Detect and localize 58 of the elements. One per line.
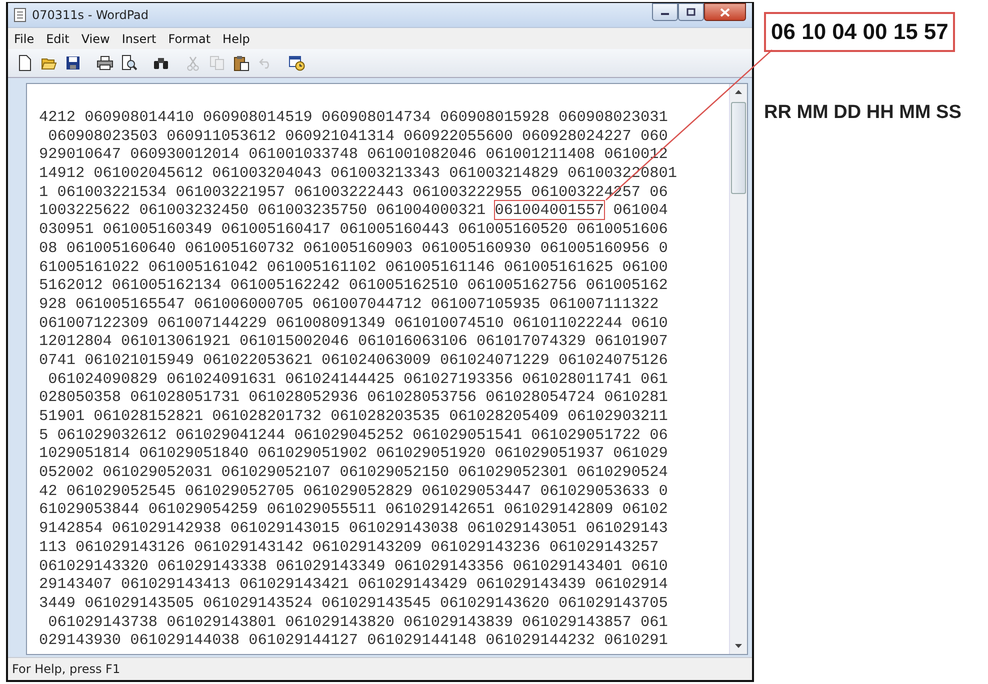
text-line: 030951 061005160349 061005160417 061005160443 061005160520 0610051606 <box>39 220 668 238</box>
scissors-icon <box>187 56 199 70</box>
highlighted-number: 061004001557 <box>494 201 604 220</box>
menu-item[interactable]: File <box>14 32 34 46</box>
folder-icon <box>41 56 57 70</box>
text-line: 5162012 061005162134 061005162242 061005162510 061005162756 061005162 <box>39 276 668 294</box>
text-line: 9142854 061029142938 061029143015 061029143038 061029143051 061029143 <box>39 519 668 538</box>
text-line: 028050358 061028051731 061028052936 061028053756 061028054724 0610281 <box>39 388 668 406</box>
scroll-thumb[interactable] <box>731 102 746 194</box>
line-text: 1003225622 061003232450 061003235750 061004000321 <box>39 201 487 220</box>
printer-icon <box>97 56 113 70</box>
menu-item[interactable]: Insert <box>122 32 156 46</box>
text-line: 061029143738 061029143801 061029143820 061029143839 061029143857 061 <box>47 612 668 631</box>
text-line: 29143407 061029143413 061029143421 061029143429 061029143439 06102914 <box>39 575 668 594</box>
document-icon <box>14 8 26 22</box>
maximize-button[interactable] <box>678 3 704 21</box>
page-magnifier-icon <box>121 55 137 71</box>
calendar-clock-icon <box>289 56 305 70</box>
text-line: 060908023503 060911053612 060921041314 060922055600 060928024227 060 <box>47 126 668 145</box>
text-line: 51901 061028152821 061028201732 061028203535 061028205409 06102903211 <box>39 407 668 425</box>
text-line: 052002 061029052031 061029052107 061029052150 061029052301 0610290524 <box>39 463 668 482</box>
menu-item[interactable]: View <box>81 32 110 46</box>
text-line: 0741 061021015949 061022053621 061024063009 061024071229 061024075126 <box>39 350 668 369</box>
text-line: 928 061005165547 061006000705 061007044712 061007105935 061007111322 <box>39 294 659 313</box>
close-button[interactable] <box>704 3 746 21</box>
legend-text: RR MM DD HH MM SS <box>764 102 962 124</box>
text-line: 4212 060908014410 060908014519 060908014734 060908015928 060908023031 <box>39 108 668 126</box>
menu-item[interactable]: Edit <box>46 32 70 46</box>
text-line: 08 061005160640 061005160732 061005160903 061005160930 061005160956 0 <box>39 238 668 257</box>
text-line: 61005161022 061005161042 061005161102 061005161146 061005161625 06100 <box>39 258 668 276</box>
scroll-down-icon <box>735 644 742 648</box>
vertical-scrollbar[interactable] <box>729 84 747 654</box>
text-line: 061029143320 061029143338 061029143349 061029143356 061029143401 0610 <box>39 556 668 574</box>
text-line: 029143930 061029144038 061029144127 061029144148 061029144232 0610291 <box>39 631 668 650</box>
text-line: 12012804 061013061921 061015002046 061016063106 061017074329 06101907 <box>39 332 668 350</box>
maximize-icon <box>686 8 696 16</box>
two-pages-icon <box>210 56 224 70</box>
blank-page-icon <box>18 55 32 71</box>
text-line: 5 061029032612 061029041244 061029045252 061029051541 061029051722 06 <box>39 426 668 444</box>
text-line: 113 061029143126 061029143142 061029143209 061029143236 061029143257 <box>39 538 659 556</box>
clipboard-icon <box>234 56 248 70</box>
window-title: 070311s - WordPad <box>32 8 149 22</box>
binoculars-icon <box>153 56 169 70</box>
status-text: For Help, press F1 <box>12 662 120 676</box>
undo-icon <box>258 58 272 68</box>
text-line: 42 061029052545 061029052705 061029052829 061029053447 061029053633 0 <box>39 482 668 500</box>
text-line: 061007122309 061007144229 061008091349 061010074510 061011022244 0610 <box>39 314 668 332</box>
minimize-button[interactable] <box>652 3 678 21</box>
menu-item[interactable]: Format <box>168 32 211 46</box>
line-text: 061004 <box>612 201 668 220</box>
text-line: 061024090829 061024091631 061024144425 061027193356 061028011741 061 <box>47 370 668 388</box>
scroll-up-icon <box>735 90 742 94</box>
menu-item[interactable]: Help <box>222 32 250 46</box>
text-line: 3449 061029143505 061029143524 061029143545 061029143620 061029143705 <box>39 594 668 612</box>
callout-box: 06 10 04 00 15 57 <box>764 12 956 52</box>
text-line: 61029053844 061029054259 061029055511 061029142651 061029142809 06102 <box>39 500 668 518</box>
text-line: 1029051814 061029051840 061029051902 061029051920 061029051937 061029 <box>39 444 668 462</box>
close-icon <box>720 8 730 16</box>
